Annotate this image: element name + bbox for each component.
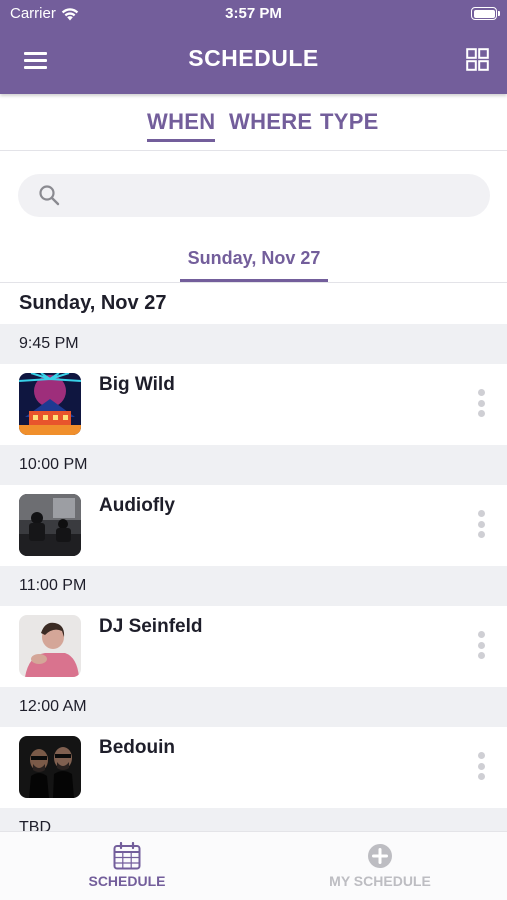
more-options-icon[interactable] xyxy=(475,752,487,784)
tab-schedule[interactable]: SCHEDULE xyxy=(47,842,207,889)
calendar-icon xyxy=(113,842,141,870)
event-row-dj-seinfeld[interactable]: DJ Seinfeld xyxy=(0,606,507,687)
tab-schedule-label: SCHEDULE xyxy=(88,873,166,889)
artist-name: Audiofly xyxy=(99,495,175,516)
status-time: 3:57 PM xyxy=(225,5,282,22)
app-header: Carrier 3:57 PM SCHEDULE xyxy=(0,0,507,94)
schedule-list: 9:45 PM Big Wild 10:00 PM Audiofly 11:00… xyxy=(0,324,507,848)
tab-my-schedule[interactable]: MY SCHEDULE xyxy=(300,842,460,889)
artist-name: Bedouin xyxy=(99,737,175,758)
audiofly-photo xyxy=(19,494,81,556)
search-bar[interactable] xyxy=(18,174,490,217)
bedouin-photo xyxy=(19,736,81,798)
big-wild-artwork xyxy=(19,373,81,435)
time-header: 12:00 AM xyxy=(0,687,507,727)
bottom-tab-bar: SCHEDULE MY SCHEDULE xyxy=(0,831,507,900)
grid-view-icon[interactable] xyxy=(466,48,489,71)
page-title: SCHEDULE xyxy=(188,45,319,71)
event-row-big-wild[interactable]: Big Wild xyxy=(0,364,507,445)
add-circle-icon xyxy=(368,844,392,868)
event-row-bedouin[interactable]: Bedouin xyxy=(0,727,507,808)
more-options-icon[interactable] xyxy=(475,389,487,421)
battery-icon xyxy=(471,7,500,20)
day-heading: Sunday, Nov 27 xyxy=(19,292,167,314)
tab-type[interactable]: TYPE xyxy=(320,109,379,135)
time-header: 9:45 PM xyxy=(0,324,507,364)
search-input[interactable] xyxy=(72,174,472,217)
artist-name: Big Wild xyxy=(99,374,175,395)
event-row-audiofly[interactable]: Audiofly xyxy=(0,485,507,566)
more-options-icon[interactable] xyxy=(475,510,487,542)
date-tab-sunday[interactable]: Sunday, Nov 27 xyxy=(180,240,328,282)
tab-when[interactable]: WHEN xyxy=(147,109,216,142)
tab-my-schedule-label: MY SCHEDULE xyxy=(329,873,431,889)
more-options-icon[interactable] xyxy=(475,631,487,663)
nav-bar: SCHEDULE xyxy=(0,30,507,94)
tab-where[interactable]: WHERE xyxy=(229,109,312,135)
date-tabs: Sunday, Nov 27 xyxy=(0,240,507,283)
dj-seinfeld-photo xyxy=(19,615,81,677)
filter-tabs: WHEN WHERE TYPE xyxy=(0,94,507,151)
status-bar: Carrier 3:57 PM xyxy=(0,0,507,30)
search-icon xyxy=(39,185,60,206)
time-header: 11:00 PM xyxy=(0,566,507,606)
time-header: 10:00 PM xyxy=(0,445,507,485)
artist-name: DJ Seinfeld xyxy=(99,616,203,637)
